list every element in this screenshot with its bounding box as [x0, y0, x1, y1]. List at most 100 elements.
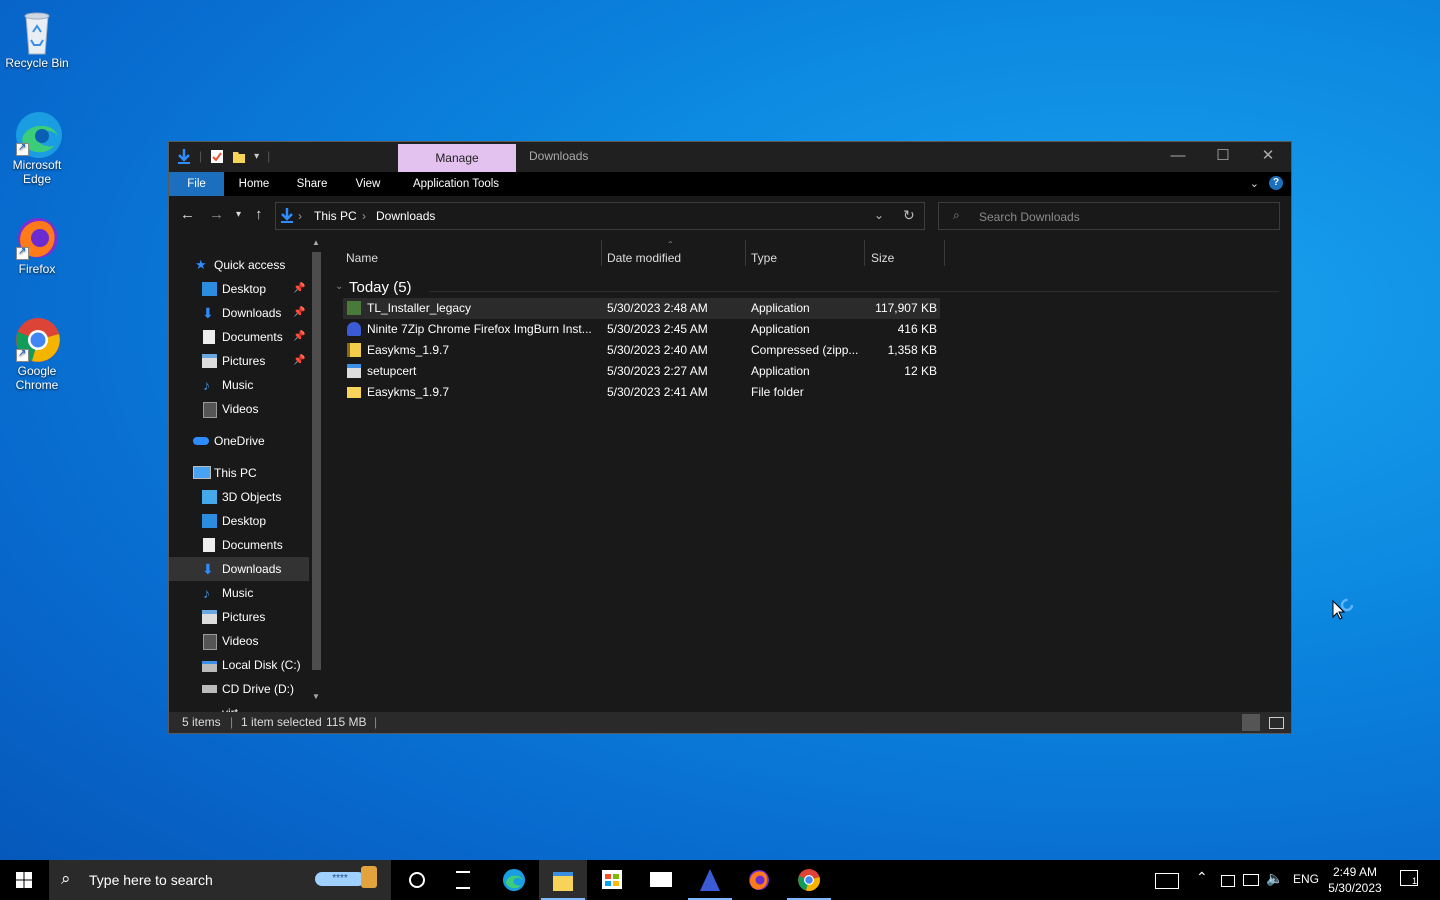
- nav-pc-downloads[interactable]: ⬇ Downloads: [169, 557, 309, 581]
- search-box[interactable]: ⌕ Search Downloads: [938, 202, 1280, 230]
- desktop-icon-label: Microsoft Edge: [12, 158, 62, 186]
- drive-icon: [202, 661, 217, 672]
- back-arrow-icon[interactable]: ←: [180, 206, 195, 223]
- cortana-button[interactable]: [392, 860, 440, 900]
- file-row[interactable]: Ninite 7Zip Chrome Firefox ImgBurn Inst.…: [343, 319, 940, 340]
- videos-icon: [203, 402, 217, 418]
- task-view-button[interactable]: [440, 860, 488, 900]
- up-arrow-icon[interactable]: ↑: [255, 206, 263, 223]
- nav-downloads[interactable]: ⬇ Downloads 📌: [169, 301, 309, 325]
- expand-ribbon-icon[interactable]: ⌄: [1250, 177, 1259, 190]
- store-icon: [602, 870, 622, 889]
- language-indicator[interactable]: ENG: [1293, 872, 1319, 886]
- details-view-icon[interactable]: [1242, 714, 1260, 731]
- taskbar-ninite[interactable]: [686, 860, 734, 900]
- nav-music[interactable]: ♪ Music: [169, 373, 309, 397]
- videos-icon: [203, 634, 217, 650]
- document-icon: [203, 538, 215, 552]
- column-header-size[interactable]: Size: [871, 248, 894, 268]
- clock[interactable]: 2:49 AM 5/30/2023: [1322, 864, 1388, 896]
- nav-onedrive[interactable]: OneDrive: [169, 429, 309, 453]
- maximize-button[interactable]: ☐: [1200, 142, 1246, 172]
- forward-arrow-icon[interactable]: →: [209, 206, 224, 223]
- column-divider[interactable]: [864, 240, 865, 266]
- properties-icon[interactable]: [210, 148, 224, 164]
- taskbar-firefox[interactable]: [735, 860, 783, 900]
- nav-pc-videos[interactable]: Videos: [169, 629, 309, 653]
- tab-home[interactable]: Home: [229, 172, 279, 196]
- nav-pc-documents[interactable]: Documents: [169, 533, 309, 557]
- close-button[interactable]: ✕: [1245, 142, 1291, 172]
- taskbar-mail[interactable]: [637, 860, 685, 900]
- scrollbar-thumb[interactable]: [312, 252, 321, 670]
- nav-pictures[interactable]: Pictures 📌: [169, 349, 309, 373]
- collapse-group-icon[interactable]: ⌄: [335, 281, 343, 292]
- address-bar[interactable]: › This PC › Downloads ⌄ ↻: [275, 202, 925, 230]
- pin-icon[interactable]: 📌: [293, 277, 305, 301]
- scroll-down-icon[interactable]: ▼: [312, 692, 320, 701]
- nav-pc-desktop[interactable]: Desktop: [169, 509, 309, 533]
- taskbar-file-explorer[interactable]: [539, 860, 587, 900]
- column-header-type[interactable]: Type: [751, 248, 777, 268]
- taskbar-search-box[interactable]: ⌕ Type here to search ****: [49, 860, 391, 900]
- large-icons-view-icon[interactable]: [1269, 717, 1284, 729]
- nav-3d-objects[interactable]: 3D Objects: [169, 485, 309, 509]
- tab-manage[interactable]: Manage: [398, 144, 516, 172]
- customize-toolbar-icon[interactable]: ▾: [254, 151, 259, 162]
- nav-pc-music[interactable]: ♪ Music: [169, 581, 309, 605]
- taskbar-chrome[interactable]: [785, 860, 833, 900]
- refresh-icon[interactable]: ↻: [903, 207, 915, 224]
- pin-icon[interactable]: 📌: [293, 301, 305, 325]
- column-divider[interactable]: [601, 240, 602, 266]
- cloud-icon: [193, 437, 209, 445]
- nav-scrollbar[interactable]: ▲ ▼: [309, 236, 325, 706]
- nav-local-disk[interactable]: Local Disk (C:): [169, 653, 309, 677]
- taskbar-store[interactable]: [588, 860, 636, 900]
- pin-icon[interactable]: 📌: [293, 349, 305, 373]
- windows-logo-icon: [16, 872, 32, 888]
- tab-view[interactable]: View: [345, 172, 391, 196]
- busy-cursor-icon: [1332, 598, 1358, 627]
- nav-desktop[interactable]: Desktop 📌: [169, 277, 309, 301]
- start-button[interactable]: [0, 860, 48, 900]
- file-row[interactable]: TL_Installer_legacy 5/30/2023 2:48 AM Ap…: [343, 298, 940, 319]
- meet-now-icon[interactable]: [1221, 875, 1235, 887]
- volume-muted-icon[interactable]: 🔈: [1266, 870, 1283, 887]
- recent-locations-icon[interactable]: ▾: [236, 209, 241, 220]
- address-dropdown-icon[interactable]: ⌄: [874, 208, 884, 222]
- file-row[interactable]: setupcert 5/30/2023 2:27 AM Application …: [343, 361, 940, 382]
- scroll-up-icon[interactable]: ▲: [312, 238, 320, 247]
- download-arrow-icon[interactable]: [177, 148, 191, 164]
- taskbar-edge[interactable]: [490, 860, 538, 900]
- file-row[interactable]: Easykms_1.9.7 5/30/2023 2:40 AM Compress…: [343, 340, 940, 361]
- notification-center-icon[interactable]: 1: [1400, 870, 1418, 886]
- nav-this-pc[interactable]: This PC: [169, 461, 309, 485]
- pin-icon[interactable]: 📌: [293, 325, 305, 349]
- keyboard-icon[interactable]: [1155, 873, 1179, 889]
- breadcrumb-downloads[interactable]: Downloads: [376, 209, 435, 223]
- desktop-icon-edge[interactable]: Microsoft Edge: [2, 110, 72, 186]
- tab-share[interactable]: Share: [287, 172, 337, 196]
- desktop-icon-chrome[interactable]: Google Chrome: [2, 316, 72, 392]
- nav-quick-access[interactable]: ★ Quick access: [169, 253, 309, 277]
- nav-cd-drive[interactable]: CD Drive (D:) virt: [169, 677, 309, 712]
- file-row[interactable]: Easykms_1.9.7 5/30/2023 2:41 AM File fol…: [343, 382, 940, 403]
- nav-pc-pictures[interactable]: Pictures: [169, 605, 309, 629]
- column-divider[interactable]: [944, 240, 945, 266]
- column-header-date[interactable]: Date modified: [607, 248, 681, 268]
- network-icon[interactable]: [1243, 874, 1259, 886]
- nav-videos[interactable]: Videos: [169, 397, 309, 421]
- column-divider[interactable]: [745, 240, 746, 266]
- breadcrumb-this-pc[interactable]: This PC: [314, 209, 357, 223]
- desktop-icon-firefox[interactable]: Firefox: [2, 214, 72, 276]
- tab-file[interactable]: File: [169, 172, 224, 196]
- nav-documents[interactable]: Documents 📌: [169, 325, 309, 349]
- new-folder-icon[interactable]: [232, 148, 246, 164]
- desktop-icon-recycle-bin[interactable]: Recycle Bin: [2, 8, 72, 70]
- show-hidden-icons-icon[interactable]: ⌃: [1196, 869, 1208, 886]
- help-icon[interactable]: ?: [1269, 176, 1283, 190]
- column-header-name[interactable]: Name: [346, 248, 378, 268]
- tab-application-tools[interactable]: Application Tools: [401, 172, 511, 196]
- minimize-button[interactable]: —: [1155, 142, 1201, 172]
- group-header-today[interactable]: Today (5): [349, 279, 412, 296]
